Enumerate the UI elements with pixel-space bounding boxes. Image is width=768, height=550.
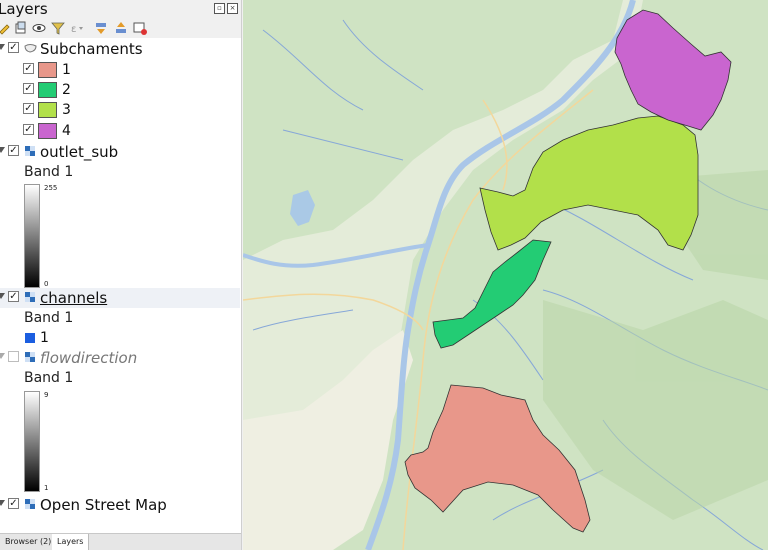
add-group-icon[interactable] — [14, 21, 28, 35]
tab-browser[interactable]: Browser (2) — [0, 534, 58, 550]
layers-panel: Layers ▫ × ε ✓ Subchaments ✓ 1 ✓ 2 ✓ 3 ✓… — [0, 0, 242, 550]
channel-color-swatch — [25, 333, 35, 343]
map-canvas[interactable] — [243, 0, 768, 550]
band-label: Band 1 — [24, 310, 74, 326]
layer-channels[interactable]: ✓ channels — [0, 288, 240, 308]
layer-name: Open Street Map — [40, 496, 167, 514]
color-swatch — [38, 82, 57, 98]
layer-open-street-map[interactable]: ✓ Open Street Map — [0, 495, 240, 515]
ramp-min-value: 1 — [44, 484, 49, 492]
color-ramp — [24, 184, 40, 288]
legend-item-3[interactable]: ✓ 3 — [0, 100, 240, 120]
layers-toolbar: ε — [0, 18, 241, 39]
raster-layer-icon — [25, 352, 35, 362]
polygon-layer-icon — [24, 44, 37, 53]
style-icon[interactable] — [0, 21, 12, 35]
collapse-arrow-icon[interactable] — [0, 500, 5, 506]
raster-layer-icon — [25, 499, 35, 509]
layer-checkbox[interactable]: ✓ — [8, 145, 19, 156]
legend-item-2[interactable]: ✓ 2 — [0, 80, 240, 100]
visibility-icon[interactable] — [32, 21, 46, 35]
layer-flowdirection[interactable]: flowdirection — [0, 348, 240, 368]
panel-title: Layers — [0, 0, 48, 18]
layer-checkbox[interactable]: ✓ — [8, 498, 19, 509]
layer-outlet-sub[interactable]: ✓ outlet_sub — [0, 142, 240, 162]
layer-checkbox[interactable]: ✓ — [8, 42, 19, 53]
band-label: Band 1 — [24, 164, 74, 180]
class-label: 2 — [62, 82, 71, 98]
collapse-arrow-icon[interactable] — [0, 353, 5, 359]
class-label: 4 — [62, 123, 71, 139]
layer-checkbox[interactable]: ✓ — [8, 291, 19, 302]
tab-layers[interactable]: Layers — [52, 534, 90, 550]
color-swatch — [38, 123, 57, 139]
legend-item-1[interactable]: ✓ 1 — [0, 60, 240, 80]
band-label: Band 1 — [24, 370, 74, 386]
layer-name: outlet_sub — [40, 143, 119, 161]
collapse-arrow-icon[interactable] — [0, 44, 5, 50]
raster-layer-icon — [25, 146, 35, 156]
layer-checkbox[interactable] — [8, 351, 19, 362]
raster-layer-icon — [25, 292, 35, 302]
color-swatch — [38, 62, 57, 78]
ramp-max-value: 255 — [44, 184, 58, 192]
class-checkbox[interactable]: ✓ — [23, 83, 34, 94]
layer-tree: ✓ Subchaments ✓ 1 ✓ 2 ✓ 3 ✓ 4 ✓ outlet_s… — [0, 38, 241, 533]
map-svg[interactable] — [243, 0, 768, 550]
ramp-min-value: 0 — [44, 280, 49, 288]
layer-name: Subchaments — [40, 40, 143, 58]
ramp-max-value: 9 — [44, 391, 49, 399]
remove-layer-icon[interactable] — [133, 21, 147, 35]
channel-class-label: 1 — [40, 330, 49, 346]
panel-header: Layers ▫ × — [0, 0, 241, 18]
panel-tabs: Browser (2) Layers — [0, 533, 241, 550]
color-swatch — [38, 102, 57, 118]
legend-item-4[interactable]: ✓ 4 — [0, 121, 240, 141]
layer-name: flowdirection — [40, 349, 138, 367]
filter-expression-icon[interactable]: ε — [70, 21, 84, 35]
collapse-arrow-icon[interactable] — [0, 293, 5, 299]
layer-subchaments[interactable]: ✓ Subchaments — [0, 39, 240, 59]
class-checkbox[interactable]: ✓ — [23, 124, 34, 135]
collapse-arrow-icon[interactable] — [0, 147, 5, 153]
svg-text:ε: ε — [71, 24, 76, 35]
close-panel-icon[interactable]: × — [227, 3, 238, 14]
class-checkbox[interactable]: ✓ — [23, 63, 34, 74]
color-ramp — [24, 391, 40, 492]
expand-all-icon[interactable] — [94, 21, 108, 35]
collapse-all-icon[interactable] — [114, 21, 128, 35]
float-panel-icon[interactable]: ▫ — [214, 3, 225, 14]
class-checkbox[interactable]: ✓ — [23, 103, 34, 114]
class-label: 3 — [62, 102, 71, 118]
filter-icon[interactable] — [51, 21, 65, 35]
class-label: 1 — [62, 62, 71, 78]
panel-window-controls: ▫ × — [214, 3, 238, 14]
layer-name: channels — [40, 289, 108, 307]
